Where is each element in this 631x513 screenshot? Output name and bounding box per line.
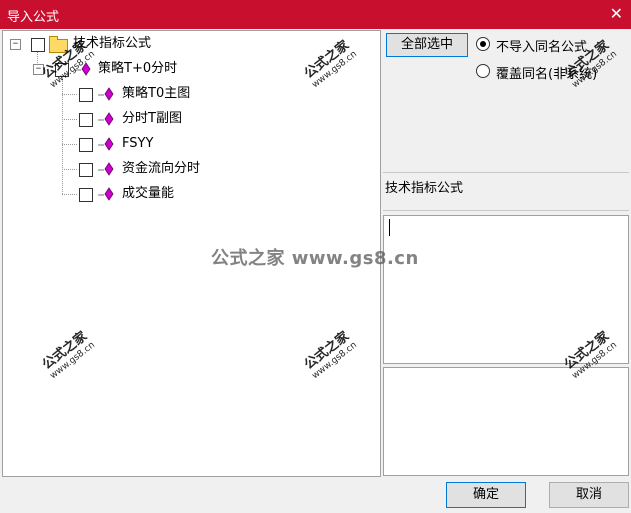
skip-same-name-radio[interactable] — [476, 37, 490, 51]
select-all-button[interactable]: 全部选中 — [386, 33, 468, 57]
title-bar: 导入公式 ✕ — [0, 0, 631, 29]
collapse-icon[interactable]: − — [33, 64, 44, 75]
category-label: 技术指标公式 — [385, 181, 464, 196]
formula-icon — [98, 137, 114, 151]
tree-item[interactable]: FSYY — [3, 134, 373, 154]
divider — [383, 210, 629, 211]
tree-root[interactable]: − 技术指标公式 — [3, 34, 373, 54]
text-caret — [389, 219, 390, 236]
tree-item[interactable]: 策略T0主图 — [3, 84, 373, 104]
watermark-text: 公式之家 www.gs8.cn — [211, 248, 419, 269]
window-title: 导入公式 — [7, 10, 60, 25]
item-checkbox[interactable] — [79, 138, 93, 152]
root-checkbox[interactable] — [31, 38, 45, 52]
tree-item-label: 成交量能 — [122, 186, 175, 201]
divider — [383, 172, 629, 173]
tree-item-label: 分时T副图 — [122, 111, 182, 126]
item-checkbox[interactable] — [79, 163, 93, 177]
formula-description-textarea[interactable] — [383, 215, 629, 364]
cancel-button[interactable]: 取消 — [549, 482, 629, 508]
overwrite-same-name-radio[interactable] — [476, 64, 490, 78]
formula-icon — [98, 187, 114, 201]
tree-group-label: 策略T+0分时 — [98, 61, 178, 76]
formula-group-icon — [75, 62, 91, 76]
folder-icon — [49, 36, 68, 53]
item-checkbox[interactable] — [79, 188, 93, 202]
tree-item-label: 策略T0主图 — [122, 86, 191, 101]
skip-same-name-label[interactable]: 不导入同名公式 — [496, 36, 587, 55]
tree-item-label: 资金流向分时 — [122, 161, 201, 176]
group-checkbox[interactable] — [55, 63, 69, 77]
tree-root-label: 技术指标公式 — [73, 36, 152, 51]
formula-icon — [98, 112, 114, 126]
tree-item-label: FSYY — [122, 136, 154, 151]
item-checkbox[interactable] — [79, 113, 93, 127]
overwrite-same-name-label[interactable]: 覆盖同名(非系统) — [496, 63, 597, 82]
formula-detail-panel — [383, 367, 629, 476]
formula-icon — [98, 87, 114, 101]
tree-item[interactable]: 成交量能 — [3, 184, 373, 204]
collapse-icon[interactable]: − — [10, 39, 21, 50]
formula-icon — [98, 162, 114, 176]
item-checkbox[interactable] — [79, 88, 93, 102]
tree-group[interactable]: − 策略T+0分时 — [3, 59, 373, 79]
close-icon[interactable]: ✕ — [610, 4, 623, 24]
ok-button[interactable]: 确定 — [446, 482, 526, 508]
tree-item[interactable]: 资金流向分时 — [3, 159, 373, 179]
tree-item[interactable]: 分时T副图 — [3, 109, 373, 129]
